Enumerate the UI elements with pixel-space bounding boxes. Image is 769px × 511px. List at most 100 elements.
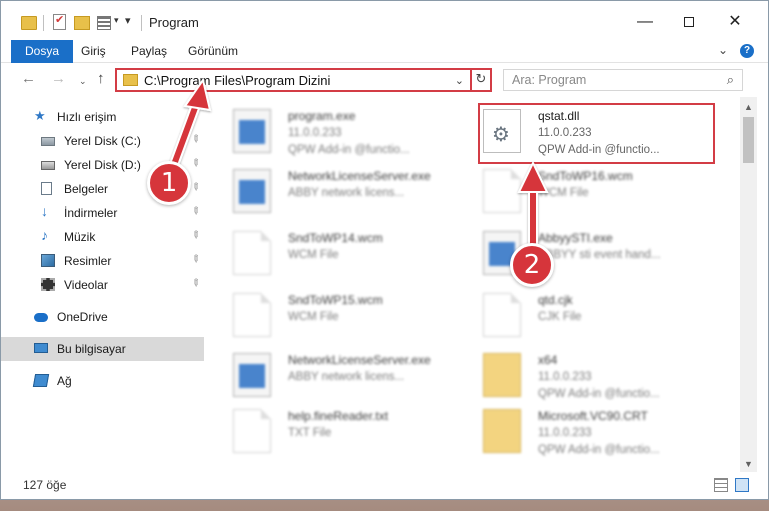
navigation-pane-scrollbar[interactable] xyxy=(204,97,213,467)
pin-icon[interactable]: ✎ xyxy=(188,229,202,243)
chevron-down-icon[interactable]: ⌄ xyxy=(718,43,728,57)
toolbar-divider xyxy=(43,15,44,31)
folder-icon[interactable] xyxy=(21,16,37,30)
search-icon: ⌕ xyxy=(726,72,734,87)
exe-file-icon xyxy=(233,169,271,213)
step-2-badge: 2 xyxy=(510,243,554,287)
tab-gorunum[interactable]: Görünüm xyxy=(176,40,250,63)
file-description: WCM File xyxy=(288,311,339,323)
sidebar-item-label: Müzik xyxy=(64,230,96,244)
close-button[interactable]: ✕ xyxy=(715,9,755,35)
file-item[interactable]: SndToWP14.wcm WCM File xyxy=(213,225,448,283)
drive-icon xyxy=(41,137,55,146)
new-folder-icon[interactable] xyxy=(74,16,90,30)
videos-icon xyxy=(41,278,55,291)
file-item[interactable]: qtd.cjk CJK File xyxy=(463,287,698,345)
sidebar-item-onedrive[interactable]: OneDrive xyxy=(1,305,204,329)
window-title: Program xyxy=(149,15,199,30)
sidebar-item-videos[interactable]: Videolar ✎ xyxy=(1,273,204,297)
highlight-box xyxy=(478,103,715,164)
file-description: QPW Add-in @functio... xyxy=(538,444,660,456)
file-item[interactable]: program.exe 11.0.0.233 QPW Add-in @funct… xyxy=(213,103,448,161)
file-name: qtd.cjk xyxy=(538,293,573,307)
tiles-view-icon[interactable] xyxy=(735,478,749,492)
tab-giris[interactable]: Giriş xyxy=(69,40,118,63)
pin-icon[interactable]: ✎ xyxy=(188,205,202,219)
exe-file-icon xyxy=(233,109,271,153)
file-icon xyxy=(483,169,521,213)
network-icon xyxy=(32,374,50,387)
view-icon[interactable] xyxy=(97,16,111,30)
scroll-thumb[interactable] xyxy=(743,117,754,163)
pin-icon[interactable]: ✎ xyxy=(188,157,202,171)
address-path[interactable]: C:\Program Files\Program Dizini xyxy=(144,73,330,88)
file-icon xyxy=(233,231,271,275)
title-bar: ▾ ▾ Program — ✕ xyxy=(1,1,768,41)
status-bar: 127 öğe xyxy=(1,473,768,499)
file-version: 11.0.0.233 xyxy=(538,371,592,383)
help-icon[interactable]: ? xyxy=(740,44,754,58)
file-item[interactable]: Microsoft.VC90.CRT 11.0.0.233 QPW Add-in… xyxy=(463,403,698,461)
pin-icon[interactable]: ✎ xyxy=(188,133,202,147)
forward-button[interactable]: → xyxy=(51,70,66,87)
sidebar-item-label: OneDrive xyxy=(57,310,108,324)
tab-dosya[interactable]: Dosya xyxy=(11,40,74,63)
minimize-button[interactable]: — xyxy=(625,9,665,35)
file-description: ABBY network licens... xyxy=(288,371,405,383)
scroll-down-icon[interactable]: ▼ xyxy=(744,459,753,469)
sidebar-item-network[interactable]: Ağ xyxy=(1,369,204,393)
ribbon-tabs: Dosya Giriş Paylaş Görünüm ⌄ ? xyxy=(1,40,768,63)
title-divider xyxy=(141,15,142,31)
file-description: ABBY network licens... xyxy=(288,187,405,199)
up-button[interactable]: ↑ xyxy=(97,70,105,87)
file-description: QPW Add-in @functio... xyxy=(538,388,660,400)
cloud-icon xyxy=(34,313,48,322)
file-item[interactable]: SndToWP15.wcm WCM File xyxy=(213,287,448,345)
file-item[interactable]: NetworkLicenseServer.exe ABBY network li… xyxy=(213,163,448,221)
sidebar-item-label: Bu bilgisayar xyxy=(57,342,126,356)
properties-icon[interactable] xyxy=(53,13,66,30)
file-icon xyxy=(233,409,271,453)
back-button[interactable]: ← xyxy=(21,70,36,87)
drive-icon xyxy=(41,161,55,170)
address-dropdown-icon[interactable]: ⌄ xyxy=(455,74,464,87)
tab-paylas[interactable]: Paylaş xyxy=(119,40,179,63)
sidebar-item-label: Yerel Disk (C:) xyxy=(64,134,141,148)
file-icon xyxy=(233,293,271,337)
file-description: WCM File xyxy=(288,249,339,261)
search-input[interactable]: Ara: Program xyxy=(512,73,586,87)
refresh-button[interactable]: ↻ xyxy=(470,68,492,92)
file-item[interactable]: AbbyySTI.exe ABBYY sti event hand... xyxy=(463,225,698,283)
sidebar-item-music[interactable]: ♪ Müzik ✎ xyxy=(1,225,204,249)
sidebar-item-local-disk-c[interactable]: Yerel Disk (C:) ✎ xyxy=(1,129,204,153)
file-name: NetworkLicenseServer.exe xyxy=(288,169,431,183)
file-description: ABBYY sti event hand... xyxy=(538,249,661,261)
maximize-button[interactable] xyxy=(669,9,709,35)
file-item[interactable]: help.fineReader.txt TXT File xyxy=(213,403,448,461)
file-name: AbbyySTI.exe xyxy=(538,231,613,245)
file-list-scrollbar[interactable]: ▲ ▼ xyxy=(740,97,757,472)
search-box[interactable]: Ara: Program ⌕ xyxy=(503,69,743,91)
file-name: SndToWP16.wcm xyxy=(538,169,633,183)
file-item[interactable]: x64 11.0.0.233 QPW Add-in @functio... xyxy=(463,347,698,405)
details-view-icon[interactable] xyxy=(714,478,728,492)
file-description: WCM File xyxy=(538,187,589,199)
file-description: QPW Add-in @functio... xyxy=(288,144,410,156)
folder-icon xyxy=(483,409,521,453)
sidebar-item-pictures[interactable]: Resimler ✎ xyxy=(1,249,204,273)
sidebar-item-this-pc[interactable]: Bu bilgisayar xyxy=(1,337,204,361)
sidebar-item-label: Resimler xyxy=(64,254,112,268)
sidebar-item-downloads[interactable]: ↓ İndirmeler ✎ xyxy=(1,201,204,225)
address-bar[interactable]: C:\Program Files\Program Dizini ⌄ xyxy=(115,68,472,92)
file-item[interactable]: NetworkLicenseServer.exe ABBY network li… xyxy=(213,347,448,405)
recent-locations-icon[interactable]: ⌄ xyxy=(79,76,87,87)
file-item[interactable]: SndToWP16.wcm WCM File xyxy=(463,163,698,221)
customize-toolbar-icon[interactable]: ▾ xyxy=(125,14,131,32)
pin-icon[interactable]: ✎ xyxy=(188,277,202,291)
file-version: 11.0.0.233 xyxy=(288,127,342,139)
sidebar-item-label: Hızlı erişim xyxy=(57,110,117,124)
view-dropdown-icon[interactable]: ▾ xyxy=(114,15,119,33)
sidebar-item-quick-access[interactable]: ★ Hızlı erişim xyxy=(1,105,204,129)
scroll-up-icon[interactable]: ▲ xyxy=(744,102,753,112)
pin-icon[interactable]: ✎ xyxy=(188,253,202,267)
